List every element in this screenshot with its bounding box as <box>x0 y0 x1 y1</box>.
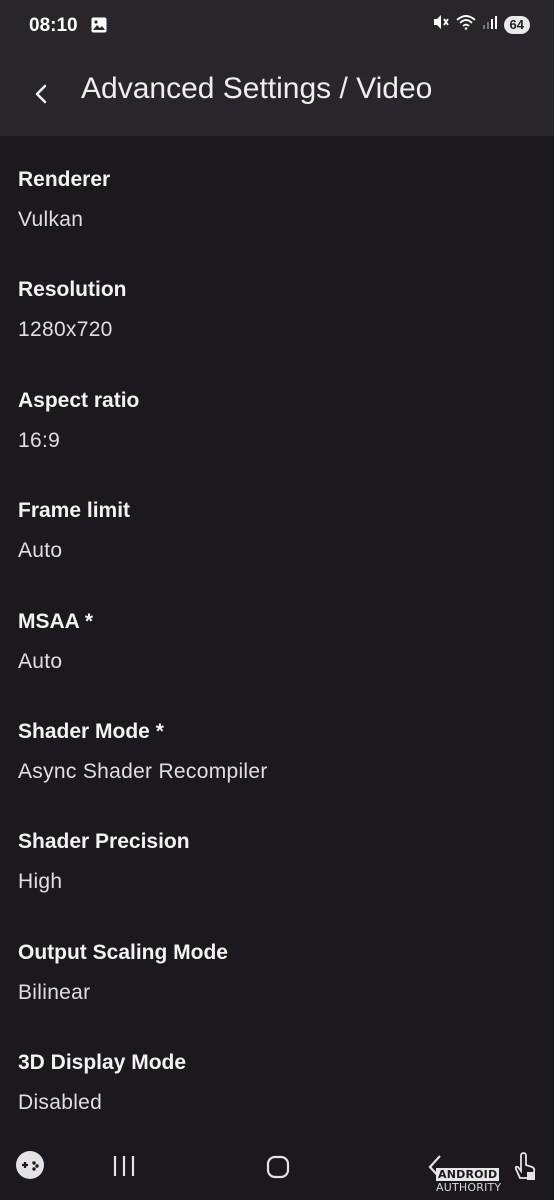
setting-value: Vulkan <box>18 208 84 231</box>
setting-label: 3D Display Mode <box>18 1051 187 1075</box>
home-icon[interactable] <box>266 1155 290 1184</box>
setting-label: Renderer <box>18 168 111 191</box>
setting-value: High <box>18 870 63 894</box>
setting-label: Shader Precision <box>18 830 190 854</box>
setting-3d-display-mode[interactable]: 3D Display Mode Disabled <box>0 1019 554 1129</box>
status-icons: 64 <box>432 14 530 35</box>
app-bar: Advanced Settings / Video <box>0 52 554 136</box>
setting-renderer[interactable]: Renderer Vulkan <box>0 136 554 246</box>
setting-aspect-ratio[interactable]: Aspect ratio 16:9 <box>0 357 554 467</box>
setting-label: Aspect ratio <box>18 388 140 412</box>
mute-icon <box>432 14 450 35</box>
setting-value: 1280x720 <box>18 318 113 342</box>
status-bar: 08:10 64 <box>0 0 554 52</box>
back-arrow-icon[interactable] <box>28 79 56 109</box>
watermark-suffix: AUTHORITY <box>436 1181 502 1194</box>
setting-frame-limit[interactable]: Frame limit Auto <box>0 467 554 577</box>
setting-value: Bilinear <box>18 980 91 1004</box>
setting-value: Async Shader Recompiler <box>18 759 268 783</box>
setting-output-scaling-mode[interactable]: Output Scaling Mode Bilinear <box>0 909 554 1019</box>
watermark-brand: ANDROID <box>436 1168 500 1181</box>
setting-shader-precision[interactable]: Shader Precision High <box>0 798 554 908</box>
gamepad-icon[interactable] <box>15 1150 45 1185</box>
status-time: 08:10 <box>29 15 78 36</box>
setting-value: 16:9 <box>18 428 61 452</box>
battery-indicator: 64 <box>503 15 530 34</box>
recents-icon[interactable] <box>112 1154 136 1183</box>
setting-label: Frame limit <box>18 499 131 523</box>
signal-icon <box>482 14 498 35</box>
setting-resolution[interactable]: Resolution 1280x720 <box>0 246 554 356</box>
watermark: ANDROID AUTHORITY <box>436 1168 554 1194</box>
setting-msaa[interactable]: MSAA * Auto <box>0 578 554 688</box>
setting-value: Auto <box>18 539 63 563</box>
setting-value: Auto <box>18 649 63 673</box>
settings-list: Renderer Vulkan Resolution 1280x720 Aspe… <box>0 136 554 1130</box>
setting-value: Disabled <box>18 1091 103 1115</box>
setting-label: MSAA * <box>18 609 94 633</box>
page-title: Advanced Settings / Video <box>81 72 433 105</box>
setting-label: Shader Mode * <box>18 719 164 743</box>
wifi-icon <box>455 14 476 35</box>
setting-label: Resolution <box>18 278 127 302</box>
setting-label: Output Scaling Mode <box>18 940 228 964</box>
gallery-icon <box>91 17 107 38</box>
setting-shader-mode[interactable]: Shader Mode * Async Shader Recompiler <box>0 688 554 798</box>
